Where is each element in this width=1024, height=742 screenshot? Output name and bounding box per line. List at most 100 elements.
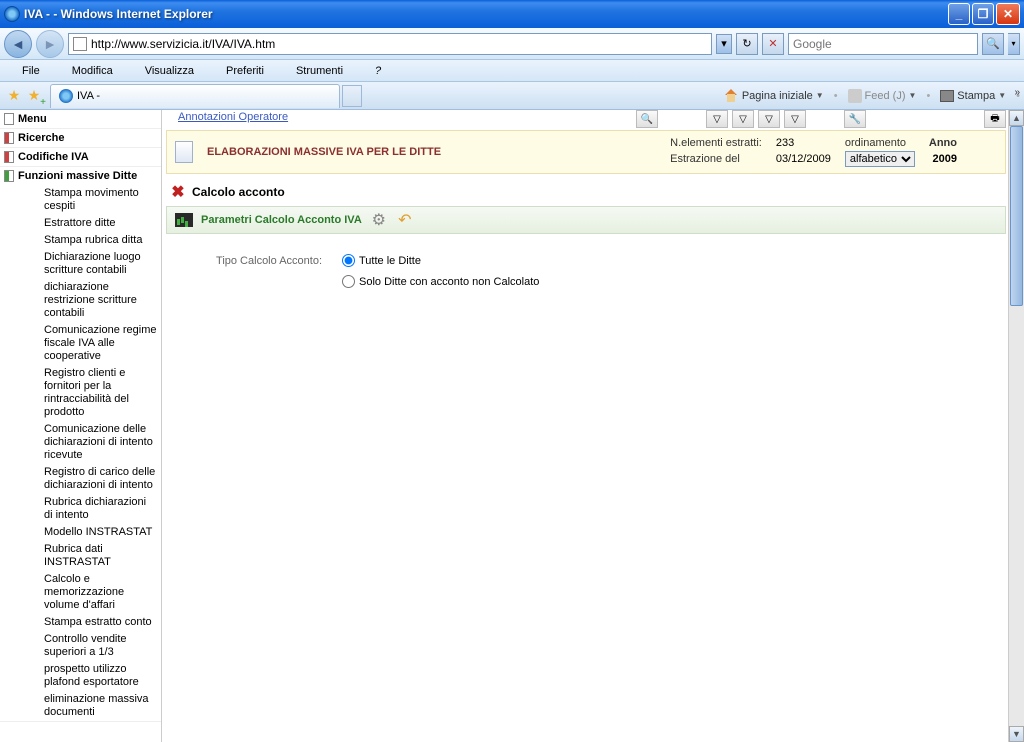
print-icon[interactable]: 🖶 [984,110,1006,128]
sidebar-item[interactable]: Stampa rubrica ditta [0,232,161,249]
sidebar-item[interactable]: prospetto utilizzo plafond esportatore [0,661,161,691]
stop-button[interactable]: ✕ [762,33,784,55]
filter-icon[interactable]: ▽ [732,110,754,128]
sub-banner: Parametri Calcolo Acconto IVA ⚙ ↶ [166,206,1006,234]
sidebar-item[interactable]: Rubrica dichiarazioni di intento [0,494,161,524]
sidebar-section-codifiche[interactable]: Codifiche IVA [0,148,161,166]
window-title: IVA - - Windows Internet Explorer [24,7,948,21]
chart-icon [175,213,193,227]
book-icon [4,113,14,125]
add-favorites-icon[interactable]: ★+ [24,86,44,106]
sidebar-item[interactable]: eliminazione massiva documenti [0,691,161,721]
menu-strumenti[interactable]: Strumenti [280,63,359,79]
filter-icon[interactable]: ▽ [758,110,780,128]
url-input[interactable] [91,37,707,51]
maximize-button[interactable]: ❐ [972,3,994,25]
sidebar-section-ricerche[interactable]: Ricerche [0,129,161,147]
new-tab-button[interactable] [342,85,362,107]
anno-label: Anno [929,137,957,149]
n-elementi-value: 233 [776,137,794,149]
toolbar-more[interactable]: » [1014,87,1020,98]
close-button[interactable]: ✕ [996,3,1020,25]
ordinamento-label: ordinamento [845,137,906,149]
radio-solo-input[interactable] [342,275,355,288]
sidebar-item[interactable]: Comunicazione delle dichiarazioni di int… [0,421,161,464]
estrazione-value: 03/12/2009 [776,153,831,165]
feed-button[interactable]: Feed (J) ▼ [844,87,921,105]
main-area: Annotazioni Operatore 🔍 ▽ ▽ ▽ ▽ 🔧 🖶 ELAB… [162,110,1024,742]
sidebar-item[interactable]: Calcolo e memorizzazione volume d'affari [0,571,161,614]
n-elementi-label: N.elementi estratti: [670,137,762,149]
x-icon[interactable]: ✖ [170,184,186,200]
book-icon [4,170,14,182]
scroll-down[interactable]: ▼ [1009,726,1024,742]
menu-preferiti[interactable]: Preferiti [210,63,280,79]
sidebar-item[interactable]: Stampa movimento cespiti [0,185,161,215]
search-box[interactable] [788,33,978,55]
annotazioni-link[interactable]: Annotazioni Operatore [166,111,288,127]
menu-modifica[interactable]: Modifica [56,63,129,79]
filter-icon[interactable]: ▽ [784,110,806,128]
window-controls: _ ❐ ✕ [948,3,1020,25]
refresh-button[interactable]: ↻ [736,33,758,55]
radio-tutte-input[interactable] [342,254,355,267]
sidebar-section-funzioni[interactable]: Funzioni massive Ditte [0,167,161,185]
scroll-up[interactable]: ▲ [1009,110,1024,126]
radio-tutte[interactable]: Tutte le Ditte [342,254,421,267]
window-titlebar: IVA - - Windows Internet Explorer _ ❐ ✕ [0,0,1024,28]
address-dropdown[interactable]: ▾ [716,34,732,54]
browser-tab[interactable]: IVA - [50,84,340,108]
menu-file[interactable]: File [6,63,56,79]
sidebar-item[interactable]: Stampa estratto conto [0,614,161,631]
sidebar-item[interactable]: Estrattore ditte [0,215,161,232]
tool-icon[interactable]: 🔧 [844,110,866,128]
book-icon [4,132,14,144]
minimize-button[interactable]: _ [948,3,970,25]
sidebar-item[interactable]: Registro di carico delle dichiarazioni d… [0,464,161,494]
filter-icon[interactable]: ▽ [706,110,728,128]
scroll-thumb[interactable] [1010,126,1023,306]
form-area: Tipo Calcolo Acconto: Tutte le Ditte Sol… [162,244,1024,306]
print-icon [940,90,954,102]
ordinamento-select[interactable]: alfabetico [845,151,915,167]
search-input[interactable] [793,37,973,51]
tool-icon[interactable]: 🔍 [636,110,658,128]
print-button[interactable]: Stampa ▼ [936,88,1010,104]
back-button[interactable]: ◄ [4,30,32,58]
menu-visualizza[interactable]: Visualizza [129,63,210,79]
search-dropdown[interactable]: ▾ [1008,33,1020,55]
page-icon [73,37,87,51]
sidebar-item[interactable]: Controllo vendite superiori a 1/3 [0,631,161,661]
anno-value: 2009 [933,153,957,165]
banner-title: ELABORAZIONI MASSIVE IVA PER LE DITTE [207,146,656,158]
section-title: ✖ Calcolo acconto [162,180,1024,204]
sidebar-item[interactable]: Rubrica dati INSTRASTAT [0,541,161,571]
home-button[interactable]: Pagina iniziale ▼ [719,87,828,105]
estrazione-label: Estrazione del [670,153,740,165]
forward-button[interactable]: ► [36,30,64,58]
vertical-scrollbar[interactable]: ▲ ▼ [1008,110,1024,742]
toolbar-right: Pagina iniziale ▼ • Feed (J) ▼ • Stampa … [719,87,1020,105]
undo-icon[interactable]: ↶ [396,211,414,229]
sidebar-item[interactable]: dichiarazione restrizione scritture cont… [0,279,161,322]
sidebar-item[interactable]: Dichiarazione luogo scritture contabili [0,249,161,279]
address-bar[interactable] [68,33,712,55]
menu-bar: File Modifica Visualizza Preferiti Strum… [0,60,1024,82]
feed-icon [848,89,862,103]
content-area: Menu Ricerche Codifiche IVA Funzioni mas… [0,110,1024,742]
sub-banner-title: Parametri Calcolo Acconto IVA [201,214,362,226]
home-icon [723,89,739,103]
tab-toolbar: ★ ★+ IVA - Pagina iniziale ▼ • Feed (J) … [0,82,1024,110]
gear-icon[interactable]: ⚙ [370,211,388,229]
tab-title: IVA - [77,90,100,102]
menu-help[interactable]: ? [359,63,397,79]
sidebar-item[interactable]: Comunicazione regime fiscale IVA alle co… [0,322,161,365]
favorites-icon[interactable]: ★ [4,86,24,106]
tab-icon [59,89,73,103]
radio-solo[interactable]: Solo Ditte con acconto non Calcolato [342,275,539,288]
sidebar-item[interactable]: Modello INSTRASTAT [0,524,161,541]
sidebar-section-menu[interactable]: Menu [0,110,161,128]
sidebar-item[interactable]: Registro clienti e fornitori per la rint… [0,365,161,421]
chevron-down-icon: ▼ [816,91,824,100]
search-button[interactable]: 🔍 [982,33,1004,55]
